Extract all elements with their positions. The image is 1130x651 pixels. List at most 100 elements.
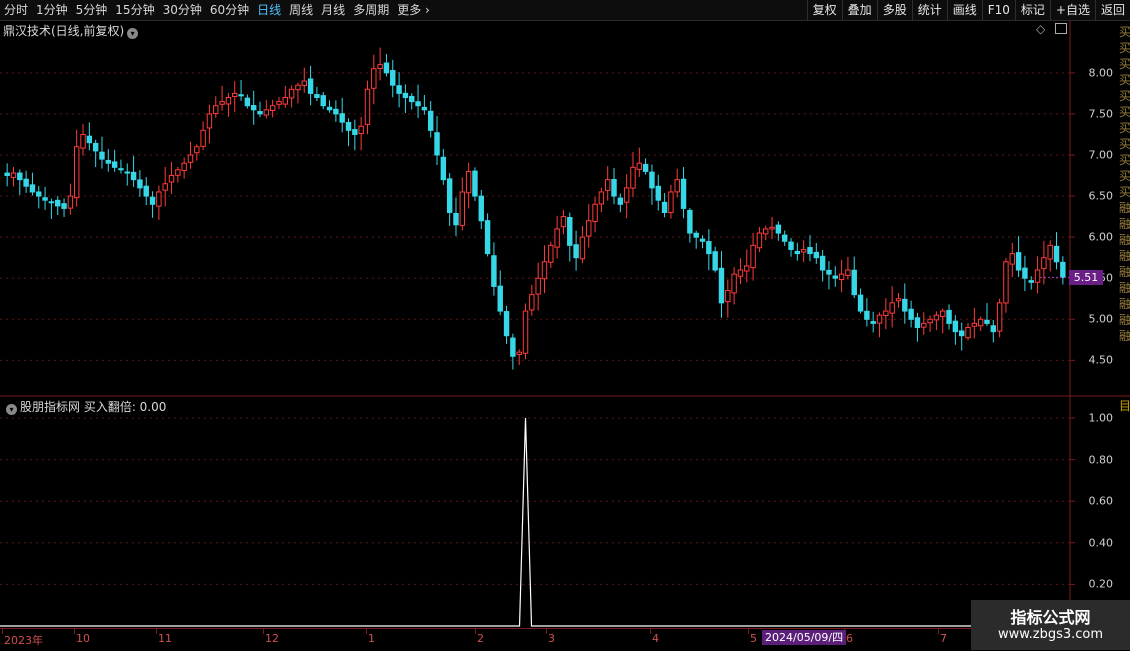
indicator-axis-label: 1.00	[1088, 411, 1114, 425]
candle-body	[465, 170, 472, 194]
candle-body	[699, 238, 706, 242]
cursor-date-badge: 2024/05/09/四	[762, 630, 847, 645]
candle-body	[333, 108, 339, 115]
candle-body	[889, 302, 895, 314]
candle-body	[314, 94, 320, 98]
candle-body	[763, 228, 769, 235]
candle-body	[269, 105, 276, 112]
candle-body	[876, 314, 883, 324]
candle-body	[137, 179, 143, 189]
candle-body	[61, 203, 67, 209]
candle-body	[415, 101, 421, 107]
candle-body	[864, 310, 870, 320]
candle-body	[611, 179, 617, 197]
candle-body	[756, 232, 763, 249]
date-axis-label: 4	[650, 629, 659, 645]
candle-body	[1003, 261, 1009, 304]
candle-body	[149, 196, 156, 205]
side-info-strip[interactable]: 买买买买买买买买买买买融融融融融融融融融	[1119, 24, 1130, 394]
candle-body	[238, 94, 244, 97]
chart-canvas[interactable]	[0, 0, 1130, 650]
candle-body	[307, 78, 314, 94]
candle-body	[434, 132, 440, 156]
candle-body	[73, 146, 80, 199]
candle-body	[952, 320, 959, 333]
candle-body	[687, 209, 693, 234]
candle-body	[352, 129, 358, 135]
candle-body	[67, 195, 74, 209]
candle-body	[402, 92, 409, 99]
candle-body	[105, 159, 112, 164]
candle-body	[1022, 267, 1028, 279]
candle-body	[86, 135, 93, 144]
candle-body	[996, 302, 1003, 332]
candle-body	[175, 169, 181, 176]
price-axis-label: 6.00	[1088, 230, 1114, 244]
date-axis-label: 12	[263, 629, 279, 645]
candle-body	[516, 351, 522, 356]
candle-body	[390, 70, 396, 86]
candle-body	[744, 265, 750, 272]
candle-body	[497, 285, 503, 312]
candle-body	[567, 216, 573, 246]
date-axis-label: 2023年	[2, 629, 43, 647]
candle-body	[598, 191, 605, 205]
price-axis-label: 6.50	[1088, 189, 1114, 203]
candle-body	[908, 308, 914, 320]
candle-body	[1015, 252, 1022, 271]
candle-body	[232, 92, 238, 98]
candle-body	[965, 327, 971, 339]
candle-body	[693, 232, 699, 238]
candle-body	[718, 267, 725, 304]
candle-body	[832, 275, 838, 279]
candle-body	[813, 251, 820, 259]
candle-body	[750, 244, 756, 269]
price-axis-label: 7.00	[1088, 148, 1114, 162]
candle-body	[680, 178, 687, 209]
price-axis-label: 8.00	[1088, 66, 1114, 80]
candle-body	[579, 236, 586, 260]
price-axis-label: 5.00	[1088, 312, 1114, 326]
candle-body	[857, 294, 864, 312]
candle-body	[339, 113, 345, 123]
candle-body	[377, 64, 383, 70]
candle-body	[617, 197, 624, 205]
current-price-tag: 5.51	[1069, 270, 1103, 286]
candle-body	[111, 161, 118, 168]
candle-body	[421, 106, 428, 111]
watermark-title: 指标公式网	[1010, 608, 1091, 627]
candle-body	[36, 191, 42, 197]
candle-body	[440, 156, 447, 181]
candle-body	[358, 125, 364, 135]
candle-body	[592, 203, 598, 223]
candle-body	[213, 105, 219, 114]
candle-body	[244, 97, 251, 107]
candle-body	[345, 122, 352, 131]
candle-body	[4, 172, 10, 177]
candle-body	[1041, 257, 1047, 270]
candle-body	[1047, 244, 1053, 260]
candle-body	[940, 310, 946, 317]
candle-body	[48, 201, 55, 204]
candle-body	[586, 220, 592, 237]
price-axis-label: 4.50	[1088, 353, 1114, 367]
candle-body	[10, 172, 17, 178]
candle-body	[788, 241, 794, 250]
price-axis-label: 7.50	[1088, 107, 1114, 121]
candle-body	[282, 97, 289, 105]
candle-body	[1060, 261, 1066, 278]
candle-body	[427, 110, 434, 131]
candle-body	[573, 244, 579, 259]
candle-body	[446, 178, 453, 214]
candle-body	[800, 248, 807, 253]
candle-body	[560, 216, 567, 228]
date-axis-label: 10	[74, 629, 90, 645]
candle-body	[870, 321, 876, 324]
candle-body	[522, 310, 529, 354]
candle-body	[383, 62, 390, 74]
candle-body	[1028, 280, 1034, 283]
candle-body	[181, 162, 187, 171]
candle-body	[162, 183, 168, 191]
candle-body	[187, 154, 194, 163]
indicator-line	[0, 417, 1070, 627]
